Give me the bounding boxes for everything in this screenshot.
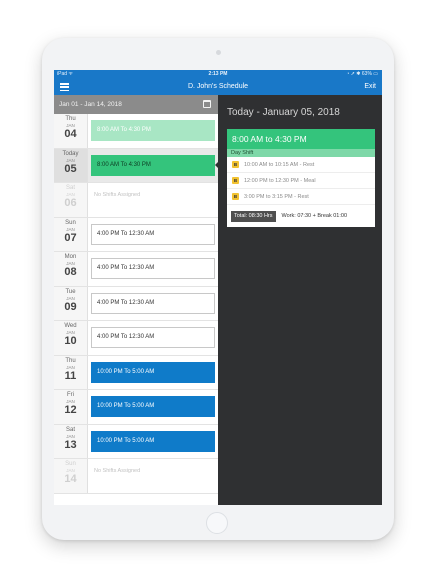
app-screen: iPad ᯤ 2:13 PM ◔ ➚ ✱ 63% ▭ D. John's Sch… — [54, 70, 382, 505]
shift-block[interactable]: 8:00 AM To 4:30 PM — [91, 120, 215, 141]
schedule-day-row[interactable]: Tue JAN 09 4:00 PM To 12:30 AM — [54, 286, 218, 321]
shift-block[interactable]: 4:00 PM To 12:30 AM — [91, 258, 215, 279]
schedule-day-row[interactable]: Sun JAN 07 4:00 PM To 12:30 AM — [54, 217, 218, 252]
shift-slot: 8:00 AM To 4:30 PM — [88, 114, 218, 148]
shift-slot: 10:00 PM To 5:00 AM — [88, 425, 218, 459]
day-date-cell: Fri JAN 12 — [54, 390, 88, 424]
shift-slot: 8:00 AM To 4:30 PM — [88, 149, 218, 183]
day-number: 06 — [64, 197, 77, 209]
shift-slot: 4:00 PM To 12:30 AM — [88, 252, 218, 286]
shift-detail-card: 8:00 AM to 4:30 PM Day Shift B 10:00 AM … — [227, 129, 375, 227]
day-number: 10 — [64, 335, 77, 347]
day-number: 08 — [64, 266, 77, 278]
status-time: 2:13 PM — [208, 71, 228, 77]
day-date-cell: Thu JAN 11 — [54, 355, 88, 389]
break-badge: B — [232, 193, 239, 200]
day-date-cell: Tue JAN 09 — [54, 286, 88, 320]
day-date-cell: Thu JAN 04 — [54, 114, 88, 148]
shift-block[interactable]: 8:00 AM To 4:30 PM — [91, 154, 215, 176]
date-range-bar: Jan 01 - Jan 14, 2018 — [54, 95, 218, 114]
break-text: 3:00 PM to 3:15 PM - Rest — [244, 193, 309, 200]
selection-pointer-icon — [215, 160, 218, 169]
day-number: 07 — [64, 231, 77, 244]
exit-button[interactable]: Exit — [364, 79, 376, 95]
day-date-cell: Sat JAN 13 — [54, 424, 88, 458]
day-of-week: Sat — [65, 185, 75, 191]
calendar-icon[interactable] — [203, 100, 211, 108]
schedule-day-row[interactable]: Fri JAN 12 10:00 PM To 5:00 AM — [54, 390, 218, 425]
shift-block[interactable]: 10:00 PM To 5:00 AM — [91, 430, 215, 452]
shift-name: Day Shift — [227, 149, 375, 157]
day-of-week: Thu — [65, 357, 76, 364]
day-date-cell: Wed JAN 10 — [54, 321, 88, 355]
detail-title: Today - January 05, 2018 — [227, 107, 340, 118]
day-of-week: Wed — [64, 323, 77, 329]
shift-block[interactable]: 10:00 PM To 5:00 AM — [91, 396, 215, 417]
shift-block[interactable]: 10:00 PM To 5:00 AM — [91, 361, 215, 383]
day-number: 04 — [64, 128, 77, 140]
shift-slot: 10:00 PM To 5:00 AM — [88, 390, 218, 424]
no-shifts-label: No Shifts Assigned — [94, 192, 141, 198]
status-bar: iPad ᯤ 2:13 PM ◔ ➚ ✱ 63% ▭ — [54, 70, 382, 79]
day-of-week: Sat — [65, 426, 75, 433]
break-badge: B — [232, 177, 239, 184]
shift-block[interactable]: 4:00 PM To 12:30 AM — [91, 292, 215, 314]
shift-slot: 10:00 PM To 5:00 AM — [88, 356, 218, 390]
navigation-bar: D. John's Schedule Exit — [54, 79, 382, 95]
schedule-day-row[interactable]: Sat JAN 13 10:00 PM To 5:00 AM — [54, 424, 218, 459]
day-of-week: Sun — [65, 219, 76, 226]
shift-time: 8:00 AM to 4:30 PM — [227, 129, 375, 149]
shift-slot: 4:00 PM To 12:30 AM — [88, 321, 218, 355]
break-row: B 3:00 PM to 3:15 PM - Rest — [227, 189, 375, 205]
day-date-cell: Sun JAN 14 — [54, 459, 88, 493]
break-text: 12:00 PM to 12:30 PM - Meal — [244, 177, 316, 184]
total-hours-badge: Total: 08:30 Hrs — [231, 210, 276, 222]
no-shifts-label: No Shifts Assigned — [94, 468, 141, 474]
day-of-week: Mon — [64, 254, 77, 260]
day-date-cell: Today JAN 05 — [54, 148, 88, 182]
shift-slot: 4:00 PM To 12:30 AM — [88, 287, 218, 321]
day-date-cell: Sat JAN 06 — [54, 183, 88, 217]
schedule-day-row[interactable]: Sun JAN 14 No Shifts Assigned — [54, 459, 218, 494]
day-number: 09 — [64, 300, 77, 313]
shift-slot: No Shifts Assigned — [88, 459, 218, 493]
shift-block[interactable]: 4:00 PM To 12:30 AM — [91, 327, 215, 348]
break-row: B 12:00 PM to 12:30 PM - Meal — [227, 173, 375, 189]
shift-slot: 4:00 PM To 12:30 AM — [88, 218, 218, 252]
shift-block[interactable]: 4:00 PM To 12:30 AM — [91, 223, 215, 245]
day-number: 14 — [64, 473, 77, 485]
day-of-week: Sun — [65, 461, 76, 467]
shift-slot: No Shifts Assigned — [88, 183, 218, 217]
date-range-label: Jan 01 - Jan 14, 2018 — [59, 101, 122, 108]
page-title: D. John's Schedule — [187, 83, 249, 90]
schedule-day-row[interactable]: Today JAN 05 8:00 AM To 4:30 PM — [54, 148, 218, 183]
schedule-day-row[interactable]: Sat JAN 06 No Shifts Assigned — [54, 183, 218, 218]
schedule-day-row[interactable]: Wed JAN 10 4:00 PM To 12:30 AM — [54, 321, 218, 356]
day-of-week: Today — [62, 150, 79, 157]
break-text: 10:00 AM to 10:15 AM - Rest — [244, 161, 315, 168]
day-date-cell: Mon JAN 08 — [54, 252, 88, 286]
day-date-cell: Sun JAN 07 — [54, 217, 88, 251]
day-number: 11 — [64, 369, 77, 382]
camera-dot — [216, 50, 221, 55]
day-of-week: Thu — [65, 116, 76, 122]
work-summary: Work: 07:30 + Break 01:00 — [281, 213, 348, 219]
schedule-day-row[interactable]: Mon JAN 08 4:00 PM To 12:30 AM — [54, 252, 218, 287]
shift-summary: Total: 08:30 Hrs Work: 07:30 + Break 01:… — [227, 205, 375, 227]
day-number: 13 — [64, 438, 77, 451]
day-of-week: Fri — [67, 392, 74, 398]
status-indicators: ◔ ➚ ✱ 63% ▭ — [346, 71, 378, 77]
home-button[interactable] — [206, 512, 228, 534]
day-number: 12 — [64, 404, 77, 416]
day-of-week: Tue — [65, 288, 76, 295]
break-badge: B — [232, 161, 239, 168]
day-number: 05 — [64, 162, 77, 175]
schedule-day-row[interactable]: Thu JAN 11 10:00 PM To 5:00 AM — [54, 355, 218, 390]
break-row: B 10:00 AM to 10:15 AM - Rest — [227, 157, 375, 173]
schedule-list: Jan 01 - Jan 14, 2018 Thu JAN 04 8:00 AM To… — [54, 95, 218, 505]
schedule-day-row[interactable]: Thu JAN 04 8:00 AM To 4:30 PM — [54, 114, 218, 149]
